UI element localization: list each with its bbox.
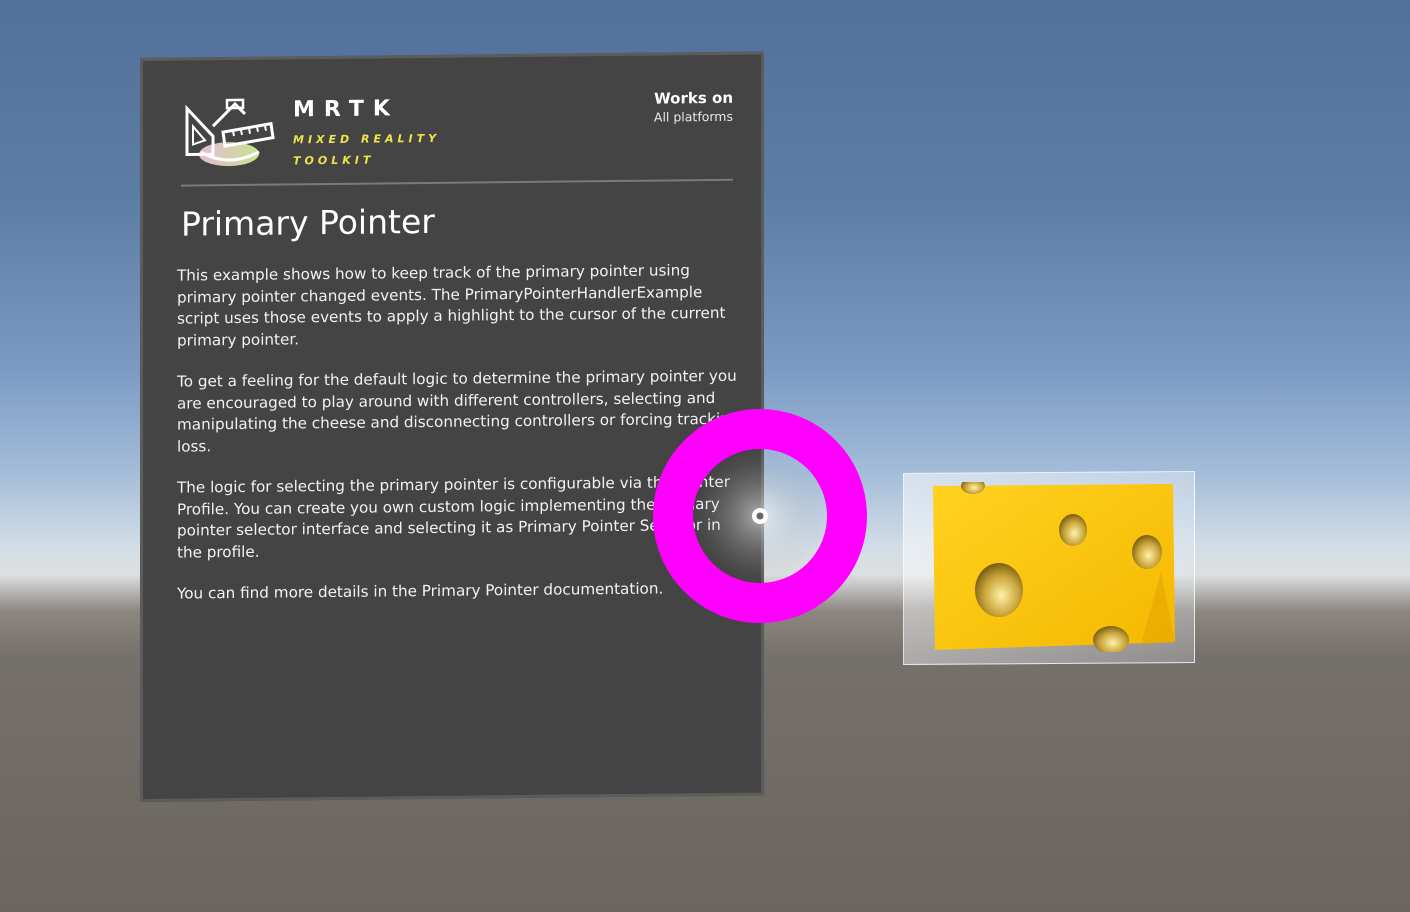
cheese-icon — [933, 482, 1175, 652]
cheese-object[interactable] — [903, 470, 1203, 666]
works-on-title: Works on — [654, 88, 733, 108]
mrtk-logo-icon — [185, 98, 275, 167]
works-on-value: All platforms — [653, 108, 733, 125]
description-paragraph: This example shows how to keep track of … — [177, 261, 726, 350]
logo-title: MRTK — [293, 96, 399, 123]
page-title: Primary Pointer — [181, 201, 435, 244]
vr-scene: MRTK MIXED REALITY TOOLKIT Works on All … — [0, 0, 1410, 912]
primary-pointer-cursor — [653, 409, 867, 623]
header-divider — [181, 178, 733, 187]
logo-subtitle: MIXED REALITY TOOLKIT — [293, 131, 441, 168]
